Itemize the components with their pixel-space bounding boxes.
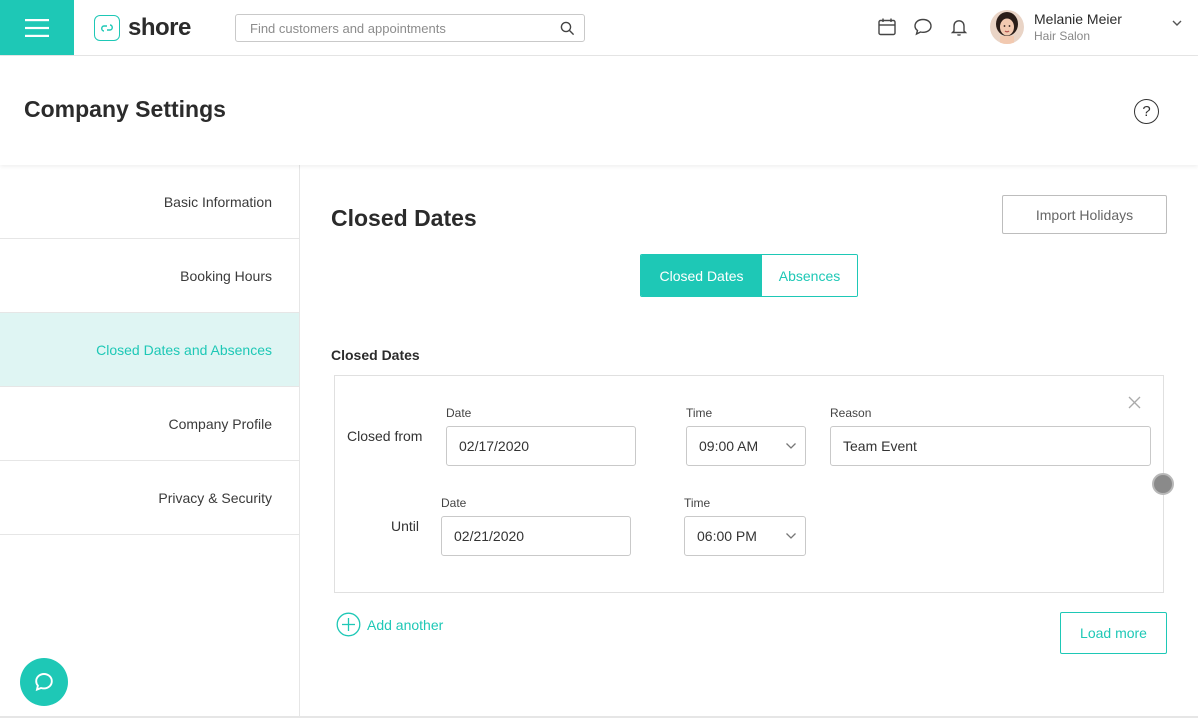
- chat-bubble-icon: [35, 673, 53, 692]
- sidebar-item-company-profile[interactable]: Company Profile: [0, 387, 299, 461]
- close-icon[interactable]: [1124, 392, 1144, 412]
- from-date-label: Date: [446, 406, 472, 420]
- from-time-label: Time: [686, 406, 713, 420]
- from-time-value: 09:00 AM: [699, 438, 759, 454]
- settings-sidebar: Basic Information Booking Hours Closed D…: [0, 165, 300, 718]
- until-date-input[interactable]: [454, 528, 630, 544]
- top-icons: [876, 16, 970, 38]
- reason-label: Reason: [830, 406, 872, 420]
- from-date-field[interactable]: [446, 426, 636, 466]
- reason-input[interactable]: [843, 438, 1150, 454]
- closed-from-label: Closed from: [347, 428, 423, 444]
- plus-circle-icon: [336, 612, 361, 637]
- tab-absences[interactable]: Absences: [762, 255, 857, 296]
- hamburger-icon: [25, 18, 49, 37]
- chat-icon[interactable]: [912, 16, 934, 38]
- shore-logo[interactable]: shore: [94, 14, 191, 42]
- search-icon[interactable]: [550, 15, 584, 41]
- user-business: Hair Salon: [1034, 29, 1091, 43]
- logo-text: shore: [128, 14, 191, 41]
- sidebar-item-booking-hours[interactable]: Booking Hours: [0, 239, 299, 313]
- calendar-icon[interactable]: [876, 16, 898, 38]
- chevron-down-icon: [786, 443, 796, 449]
- until-date-field[interactable]: [441, 516, 631, 556]
- until-time-select[interactable]: 06:00 PM: [684, 516, 806, 556]
- section-title: Closed Dates: [331, 205, 477, 231]
- until-time-label: Time: [684, 496, 711, 510]
- chat-support-button[interactable]: [20, 658, 68, 706]
- search-box: [235, 14, 585, 42]
- sidebar-item-basic-information[interactable]: Basic Information: [0, 165, 299, 239]
- chevron-down-icon[interactable]: [1172, 14, 1182, 32]
- help-icon[interactable]: ?: [1134, 99, 1159, 124]
- tab-switcher: Closed Dates Absences: [640, 254, 858, 297]
- hamburger-menu-button[interactable]: [0, 0, 74, 55]
- load-more-button[interactable]: Load more: [1060, 612, 1167, 654]
- avatar: [990, 10, 1024, 44]
- reason-field[interactable]: [830, 426, 1151, 466]
- add-another-button[interactable]: Add another: [336, 612, 443, 637]
- until-date-label: Date: [441, 496, 467, 510]
- page-title: Company Settings: [24, 96, 226, 122]
- until-time-value: 06:00 PM: [697, 528, 757, 544]
- user-menu[interactable]: Melanie Meier Hair Salon: [990, 10, 1122, 44]
- tab-closed-dates[interactable]: Closed Dates: [641, 255, 762, 296]
- user-name: Melanie Meier: [1034, 11, 1122, 27]
- shore-logo-icon: [94, 15, 120, 41]
- add-another-label: Add another: [367, 616, 444, 633]
- import-holidays-button[interactable]: Import Holidays: [1002, 195, 1167, 234]
- sidebar-item-privacy-security[interactable]: Privacy & Security: [0, 461, 299, 535]
- top-bar: shore Find customers and appointments Me…: [0, 0, 1198, 56]
- chevron-down-icon: [786, 533, 796, 539]
- main-content: Closed Dates Import Holidays Closed Date…: [300, 165, 1198, 718]
- from-time-select[interactable]: 09:00 AM: [686, 426, 806, 466]
- until-label: Until: [391, 518, 420, 534]
- closed-date-entry: Closed from Date Time 09:00 AM Reason Un…: [334, 375, 1164, 593]
- drag-handle[interactable]: [1152, 473, 1174, 495]
- search-input[interactable]: [236, 15, 550, 41]
- from-date-input[interactable]: [459, 438, 635, 454]
- bell-icon[interactable]: [948, 16, 970, 38]
- sidebar-item-closed-dates-and-absences[interactable]: Closed Dates and Absences: [0, 313, 299, 387]
- closed-dates-heading: Closed Dates: [331, 347, 420, 363]
- page-header: Company Settings ?: [0, 56, 1198, 165]
